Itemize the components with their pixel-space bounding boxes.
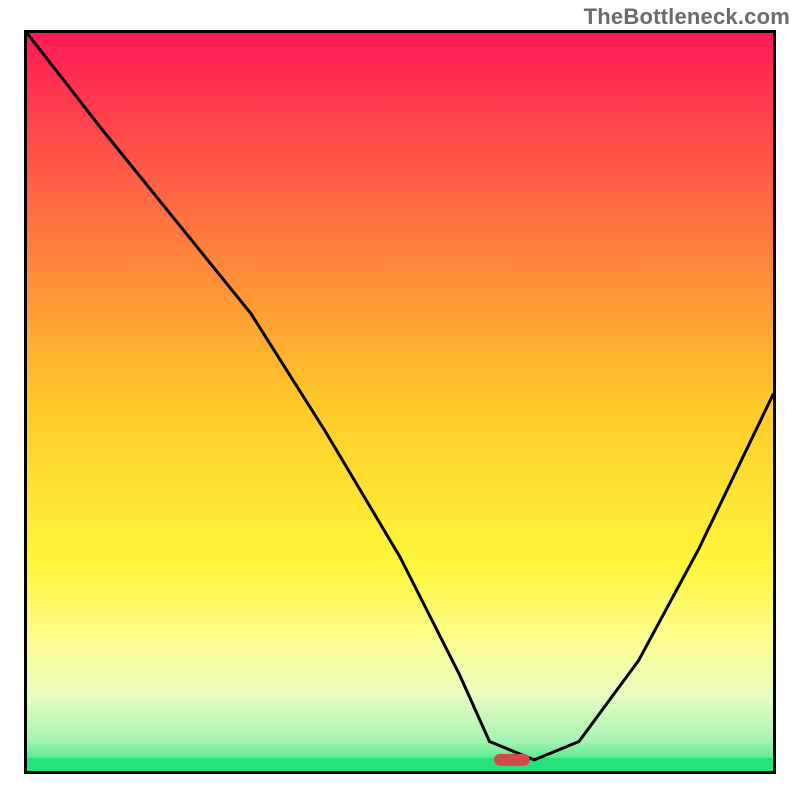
chart-svg [27,33,773,771]
baseline-band [27,758,773,771]
chart-frame: TheBottleneck.com [0,0,800,800]
plot-area [24,30,776,774]
gradient-bg [27,33,773,771]
watermark-text: TheBottleneck.com [584,4,790,30]
optimum-marker [494,754,530,766]
